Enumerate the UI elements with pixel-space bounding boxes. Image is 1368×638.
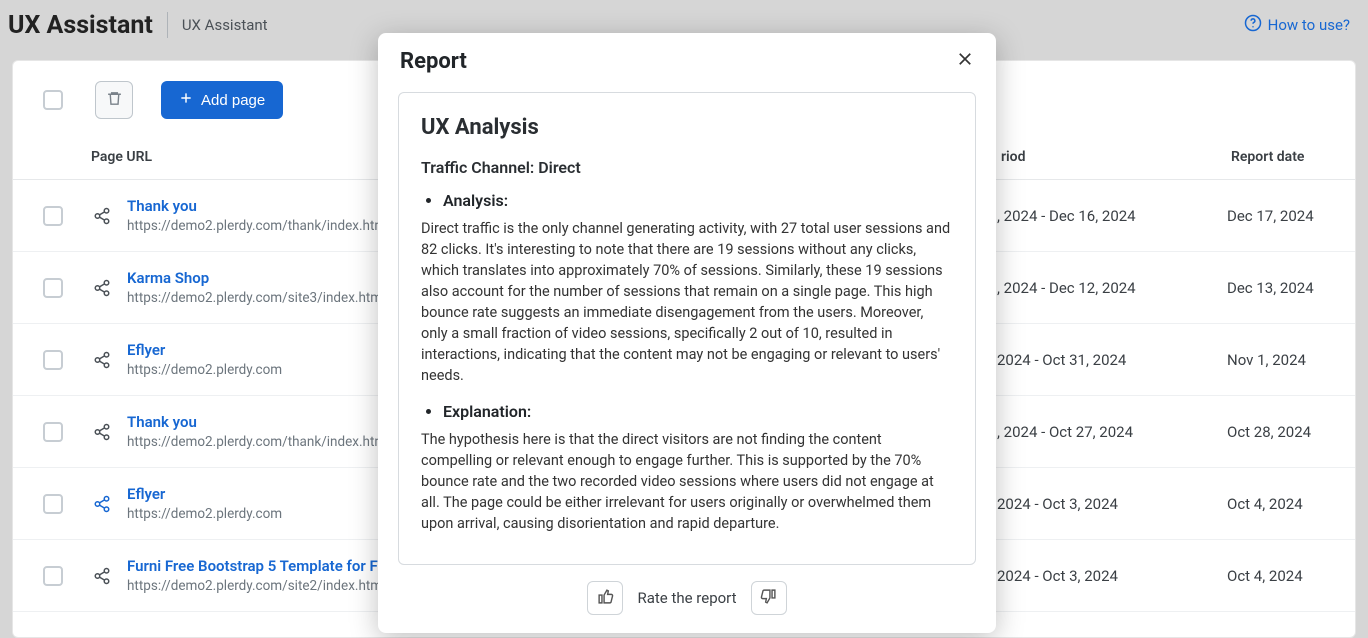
- modal-header: Report: [378, 33, 996, 86]
- row-checkbox[interactable]: [43, 278, 63, 298]
- date-cell: Dec 13, 2024: [1227, 279, 1331, 297]
- row-checkbox[interactable]: [43, 494, 63, 514]
- select-all-checkbox[interactable]: [43, 90, 63, 110]
- row-checkbox[interactable]: [43, 422, 63, 442]
- help-icon: [1244, 14, 1262, 36]
- report-section-title: UX Analysis: [421, 115, 953, 140]
- row-checkbox[interactable]: [43, 566, 63, 586]
- app-title: UX Assistant: [4, 11, 167, 40]
- date-cell: Dec 17, 2024: [1227, 207, 1331, 225]
- date-cell: Nov 1, 2024: [1227, 351, 1331, 369]
- bullet-explanation-label: Explanation:: [443, 402, 953, 421]
- trash-icon: [106, 90, 123, 110]
- date-cell: Oct 4, 2024: [1227, 495, 1331, 513]
- close-icon: [956, 50, 974, 68]
- report-content[interactable]: UX Analysis Traffic Channel: Direct Anal…: [398, 92, 976, 565]
- row-checkbox[interactable]: [43, 350, 63, 370]
- plus-icon: [179, 91, 193, 109]
- share-button[interactable]: [91, 423, 113, 441]
- period-cell: 2024 - Oct 31, 2024: [997, 351, 1227, 369]
- modal-title: Report: [400, 49, 467, 74]
- row-checkbox[interactable]: [43, 206, 63, 226]
- bullet-analysis-label: Analysis:: [443, 191, 953, 210]
- period-cell: 2024 - Oct 3, 2024: [997, 567, 1227, 585]
- delete-button[interactable]: [95, 81, 133, 119]
- how-to-use-label: How to use?: [1268, 16, 1350, 34]
- add-page-button[interactable]: Add page: [161, 81, 283, 119]
- close-button[interactable]: [956, 49, 974, 74]
- sub-title: UX Assistant: [172, 16, 268, 34]
- share-icon: [93, 567, 111, 585]
- period-cell: , 2024 - Dec 12, 2024: [997, 279, 1227, 297]
- period-cell: 2024 - Oct 3, 2024: [997, 495, 1227, 513]
- report-modal: Report UX Analysis Traffic Channel: Dire…: [378, 33, 996, 633]
- report-bullet-explanation: Explanation:: [421, 402, 953, 421]
- report-bullet-analysis: Analysis:: [421, 191, 953, 210]
- share-icon: [93, 495, 111, 513]
- how-to-use-link[interactable]: How to use?: [1244, 14, 1350, 36]
- rate-label: Rate the report: [637, 589, 736, 607]
- share-icon: [93, 423, 111, 441]
- share-button[interactable]: [91, 207, 113, 225]
- col-header-date: Report date: [1231, 149, 1331, 165]
- share-button[interactable]: [91, 567, 113, 585]
- period-cell: , 2024 - Oct 27, 2024: [997, 423, 1227, 441]
- explanation-paragraph: The hypothesis here is that the direct v…: [421, 429, 953, 534]
- share-button[interactable]: [91, 279, 113, 297]
- thumbs-up-button[interactable]: [587, 581, 623, 615]
- share-button[interactable]: [91, 495, 113, 513]
- report-channel-title: Traffic Channel: Direct: [421, 158, 953, 177]
- col-header-period: riod: [1001, 149, 1231, 165]
- thumbs-down-icon: [760, 588, 777, 608]
- date-cell: Oct 4, 2024: [1227, 567, 1331, 585]
- share-icon: [93, 207, 111, 225]
- share-icon: [93, 279, 111, 297]
- title-separator: [167, 12, 168, 38]
- modal-footer: Rate the report: [378, 565, 996, 633]
- add-page-label: Add page: [201, 92, 265, 109]
- period-cell: , 2024 - Dec 16, 2024: [997, 207, 1227, 225]
- analysis-paragraph: Direct traffic is the only channel gener…: [421, 218, 953, 386]
- date-cell: Oct 28, 2024: [1227, 423, 1331, 441]
- share-icon: [93, 351, 111, 369]
- thumbs-down-button[interactable]: [751, 581, 787, 615]
- share-button[interactable]: [91, 351, 113, 369]
- thumbs-up-icon: [597, 588, 614, 608]
